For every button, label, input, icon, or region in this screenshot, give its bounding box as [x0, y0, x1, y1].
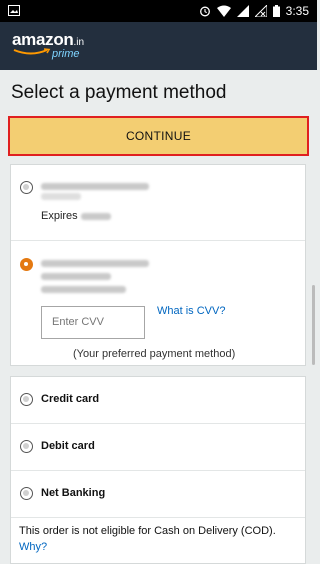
continue-button[interactable]: CONTINUE [8, 116, 309, 156]
saved-card-1[interactable]: Expires [11, 165, 305, 241]
preferred-method-note: (Your preferred payment method) [73, 348, 236, 360]
wifi-icon [216, 5, 231, 17]
masked-card-name [41, 193, 81, 200]
method-credit-card[interactable]: Credit card [11, 377, 305, 424]
image-icon [8, 5, 20, 16]
cvv-input[interactable]: Enter CVV [41, 306, 145, 339]
status-time: 3:35 [285, 4, 309, 18]
battery-icon [272, 5, 280, 17]
logo-prime: prime [52, 48, 80, 60]
scrollbar[interactable] [312, 285, 315, 365]
saved-cards-list: Expires Enter CVV What is CVV? (Your pre… [10, 164, 306, 366]
no-signal-icon [254, 5, 267, 17]
status-bar: 3:35 [0, 0, 317, 22]
net-banking-label: Net Banking [41, 487, 106, 499]
page-title: Select a payment method [11, 82, 227, 103]
method-net-banking[interactable]: Net Banking [11, 471, 305, 518]
masked-card-number [41, 260, 149, 267]
app-header: amazon.in prime [0, 22, 317, 70]
saved-card-2[interactable]: Enter CVV What is CVV? (Your preferred p… [11, 241, 305, 366]
status-icons: 3:35 [199, 3, 309, 19]
logo-tld: .in [73, 37, 85, 48]
saved-card-1-expires: Expires [41, 210, 111, 222]
debit-card-label: Debit card [41, 440, 95, 452]
masked-card-name [41, 273, 111, 280]
credit-card-label: Credit card [41, 393, 100, 405]
what-is-cvv-link[interactable]: What is CVV? [157, 305, 225, 317]
alarm-icon [199, 6, 210, 17]
payment-methods-list: Credit card Debit card Net Banking This … [10, 376, 306, 564]
masked-card-number [41, 183, 149, 190]
credit-card-radio[interactable] [20, 393, 33, 406]
continue-button-label: CONTINUE [125, 129, 192, 143]
cod-note: This order is not eligible for Cash on D… [19, 525, 276, 537]
logo-word: amazon [12, 30, 74, 49]
masked-card-expiry [41, 286, 126, 293]
net-banking-radio[interactable] [20, 487, 33, 500]
cod-why-link[interactable]: Why? [19, 541, 47, 553]
saved-card-2-radio[interactable] [20, 258, 33, 271]
method-debit-card[interactable]: Debit card [11, 424, 305, 471]
signal-icon [236, 5, 249, 17]
smile-icon [13, 48, 51, 55]
saved-card-1-radio[interactable] [20, 181, 33, 194]
amazon-prime-logo[interactable]: amazon.in prime [12, 30, 85, 61]
debit-card-radio[interactable] [20, 440, 33, 453]
